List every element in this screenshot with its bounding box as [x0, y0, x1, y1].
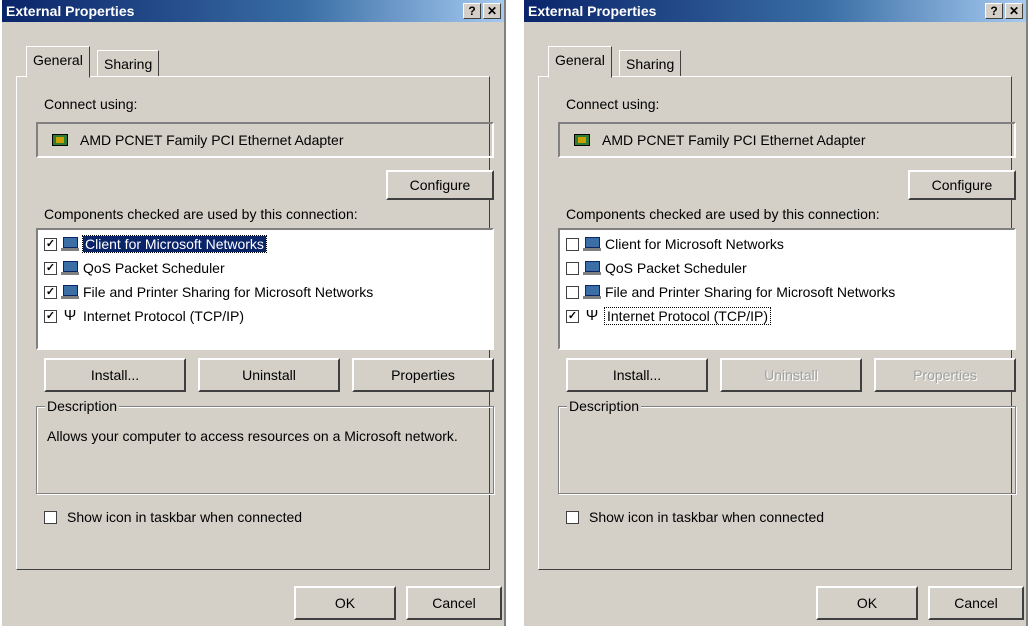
adapter-name: AMD PCNET Family PCI Ethernet Adapter	[602, 132, 866, 148]
components-label: Components checked are used by this conn…	[566, 206, 880, 222]
component-label: QoS Packet Scheduler	[83, 260, 225, 276]
window-title: External Properties	[528, 3, 657, 19]
cancel-button[interactable]: Cancel	[406, 586, 502, 620]
components-list[interactable]: Client for Microsoft Networks QoS Packet…	[558, 228, 1016, 350]
components-label: Components checked are used by this conn…	[44, 206, 358, 222]
tab-sharing[interactable]: Sharing	[619, 50, 682, 77]
description-title: Description	[45, 398, 120, 414]
description-title: Description	[567, 398, 642, 414]
component-checkbox[interactable]: ✓	[44, 237, 57, 251]
configure-button[interactable]: Configure	[908, 170, 1016, 200]
component-checkbox[interactable]: ✓	[44, 261, 57, 275]
network-service-icon	[583, 284, 601, 300]
adapter-field: AMD PCNET Family PCI Ethernet Adapter	[36, 122, 494, 158]
show-icon-label: Show icon in taskbar when connected	[67, 509, 303, 525]
help-button[interactable]: ?	[463, 3, 481, 19]
uninstall-button[interactable]: Uninstall	[198, 358, 340, 392]
help-button[interactable]: ?	[985, 3, 1003, 19]
adapter-field: AMD PCNET Family PCI Ethernet Adapter	[558, 122, 1016, 158]
tab-general[interactable]: General	[548, 46, 612, 78]
list-item[interactable]: ✓ Ψ Internet Protocol (TCP/IP)	[44, 305, 244, 327]
network-service-icon	[61, 284, 79, 300]
properties-dialog-right: External Properties ? ✕ General Sharing …	[522, 0, 1028, 626]
network-client-icon	[583, 236, 601, 252]
list-item[interactable]: Client for Microsoft Networks	[566, 233, 784, 255]
show-icon-label: Show icon in taskbar when connected	[589, 509, 825, 525]
close-button[interactable]: ✕	[483, 3, 501, 19]
list-item[interactable]: ✓ Ψ Internet Protocol (TCP/IP)	[566, 305, 772, 327]
network-adapter-icon	[574, 134, 592, 148]
protocol-icon: Ψ	[585, 307, 599, 324]
ok-button[interactable]: OK	[816, 586, 918, 620]
description-group: Description	[558, 398, 1016, 494]
configure-button[interactable]: Configure	[386, 170, 494, 200]
description-group: Description Allows your computer to acce…	[36, 398, 494, 494]
network-service-icon	[61, 260, 79, 276]
show-icon-option[interactable]: Show icon in taskbar when connected	[44, 509, 302, 525]
list-item[interactable]: QoS Packet Scheduler	[566, 257, 747, 279]
install-button[interactable]: Install...	[44, 358, 186, 392]
list-item[interactable]: ✓ File and Printer Sharing for Microsoft…	[44, 281, 373, 303]
network-client-icon	[61, 236, 79, 252]
list-item[interactable]: ✓ Client for Microsoft Networks	[44, 233, 267, 255]
component-label: File and Printer Sharing for Microsoft N…	[83, 284, 374, 300]
component-checkbox[interactable]	[566, 285, 579, 299]
component-label: File and Printer Sharing for Microsoft N…	[605, 284, 896, 300]
ok-button[interactable]: OK	[294, 586, 396, 620]
protocol-icon: Ψ	[63, 307, 77, 324]
list-item[interactable]: ✓ QoS Packet Scheduler	[44, 257, 225, 279]
component-checkbox[interactable]: ✓	[44, 285, 57, 299]
description-text: Allows your computer to access resources…	[47, 428, 458, 444]
component-label: Internet Protocol (TCP/IP)	[603, 307, 772, 325]
list-item[interactable]: File and Printer Sharing for Microsoft N…	[566, 281, 895, 303]
network-service-icon	[583, 260, 601, 276]
component-label: Client for Microsoft Networks	[82, 235, 267, 253]
cancel-button[interactable]: Cancel	[928, 586, 1024, 620]
component-label: QoS Packet Scheduler	[605, 260, 747, 276]
properties-button[interactable]: Properties	[352, 358, 494, 392]
tab-sharing[interactable]: Sharing	[97, 50, 160, 77]
component-checkbox[interactable]: ✓	[566, 309, 579, 323]
connect-using-label: Connect using:	[44, 96, 138, 112]
component-checkbox[interactable]	[566, 261, 579, 275]
uninstall-button[interactable]: Uninstall	[720, 358, 862, 392]
component-checkbox[interactable]: ✓	[44, 309, 57, 323]
network-adapter-icon	[52, 134, 70, 148]
properties-dialog-left: External Properties ? ✕ General Sharing …	[0, 0, 506, 626]
tab-general[interactable]: General	[26, 46, 90, 78]
adapter-name: AMD PCNET Family PCI Ethernet Adapter	[80, 132, 344, 148]
title-bar[interactable]: External Properties ? ✕	[524, 0, 1026, 22]
properties-button[interactable]: Properties	[874, 358, 1016, 392]
components-list[interactable]: ✓ Client for Microsoft Networks ✓ QoS Pa…	[36, 228, 494, 350]
show-icon-checkbox[interactable]	[566, 510, 579, 524]
component-label: Internet Protocol (TCP/IP)	[83, 308, 245, 324]
connect-using-label: Connect using:	[566, 96, 660, 112]
show-icon-option[interactable]: Show icon in taskbar when connected	[566, 509, 824, 525]
component-checkbox[interactable]	[566, 237, 579, 251]
close-button[interactable]: ✕	[1005, 3, 1023, 19]
window-title: External Properties	[6, 3, 135, 19]
component-label: Client for Microsoft Networks	[605, 236, 784, 252]
show-icon-checkbox[interactable]	[44, 510, 57, 524]
install-button[interactable]: Install...	[566, 358, 708, 392]
title-bar[interactable]: External Properties ? ✕	[2, 0, 504, 22]
